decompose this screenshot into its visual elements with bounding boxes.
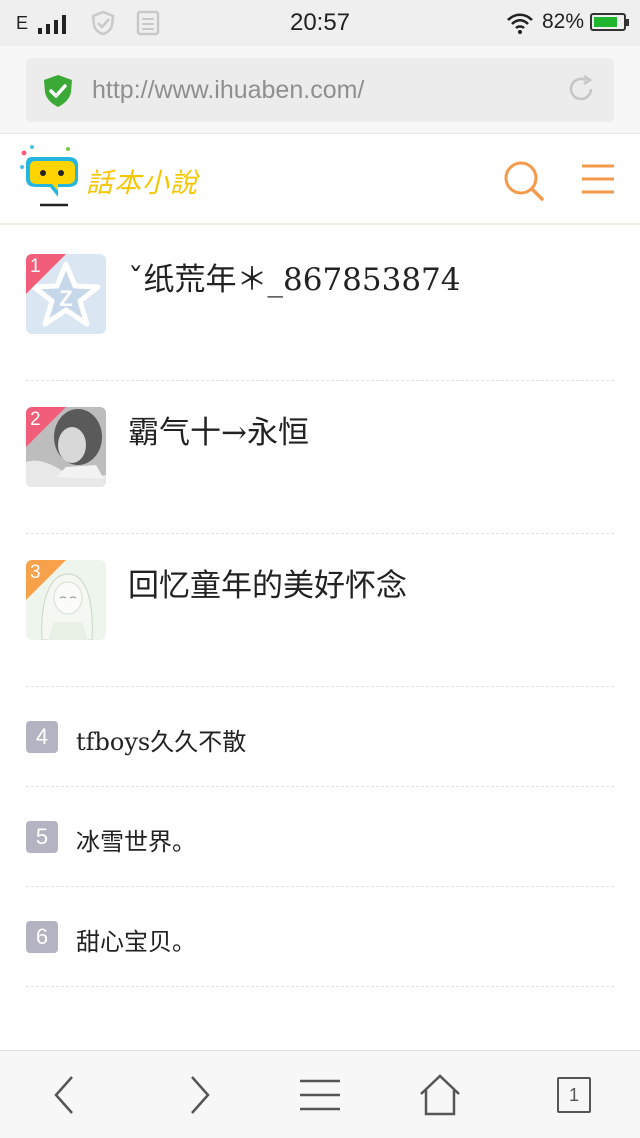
site-logo[interactable]: 話本小說 <box>18 143 228 213</box>
back-arrow-icon[interactable] <box>42 1073 86 1117</box>
forward-arrow-icon[interactable] <box>178 1073 222 1117</box>
battery-level <box>594 17 617 27</box>
battery-icon <box>590 13 629 31</box>
url-text[interactable]: http://www.ihuaben.com/ <box>92 76 364 105</box>
avatar[interactable]: Z 1 <box>26 254 106 334</box>
hamburger-menu-icon[interactable] <box>298 1073 342 1117</box>
list-item[interactable]: 4 tfboys久久不散 <box>0 687 640 787</box>
reload-icon[interactable] <box>566 74 596 104</box>
logo-text: 話本小說 <box>86 168 198 199</box>
search-icon[interactable] <box>502 159 546 203</box>
list-item[interactable]: 5 冰雪世界。 <box>0 787 640 887</box>
browser-address-area: http://www.ihuaben.com/ <box>0 46 640 134</box>
tabs-button[interactable]: 1 <box>557 1077 591 1113</box>
rank-badge: 6 <box>26 921 58 953</box>
author-name[interactable]: 霸气十→永恒 <box>128 407 309 452</box>
secure-shield-icon[interactable] <box>42 74 74 108</box>
author-name[interactable]: ˇ纸荒年＊_867853874 <box>128 254 461 299</box>
list-item[interactable]: 6 甜心宝贝。 <box>0 887 640 987</box>
author-name[interactable]: 回忆童年的美好怀念 <box>128 560 407 605</box>
author-ranking-list: Z 1 ˇ纸荒年＊_867853874 2 霸气十→永恒 3 回忆童年的美好怀念… <box>0 228 640 987</box>
avatar[interactable]: 3 <box>26 560 106 640</box>
author-name[interactable]: 甜心宝贝。 <box>76 922 196 957</box>
browser-toolbar: 1 <box>0 1050 640 1138</box>
list-item[interactable]: 2 霸气十→永恒 <box>0 381 640 534</box>
address-bar[interactable]: http://www.ihuaben.com/ <box>26 58 614 122</box>
author-name[interactable]: 冰雪世界。 <box>76 822 196 857</box>
rank-number: 2 <box>30 409 41 430</box>
rank-number: 1 <box>30 256 41 277</box>
battery-percent: 82% <box>542 10 585 33</box>
status-bar: E 20:57 82% <box>0 0 640 46</box>
author-name[interactable]: tfboys久久不散 <box>76 722 246 757</box>
avatar[interactable]: 2 <box>26 407 106 487</box>
rank-badge: 4 <box>26 721 58 753</box>
svg-text:Z: Z <box>59 286 72 311</box>
list-item[interactable]: Z 1 ˇ纸荒年＊_867853874 <box>0 228 640 381</box>
rank-badge: 5 <box>26 821 58 853</box>
rank-number: 3 <box>30 562 41 583</box>
site-header: 話本小說 <box>0 135 640 225</box>
wifi-icon <box>507 13 533 34</box>
menu-icon[interactable] <box>580 163 616 195</box>
logo-chat-icon <box>20 145 78 207</box>
list-item[interactable]: 3 回忆童年的美好怀念 <box>0 534 640 687</box>
home-icon[interactable] <box>418 1073 462 1117</box>
